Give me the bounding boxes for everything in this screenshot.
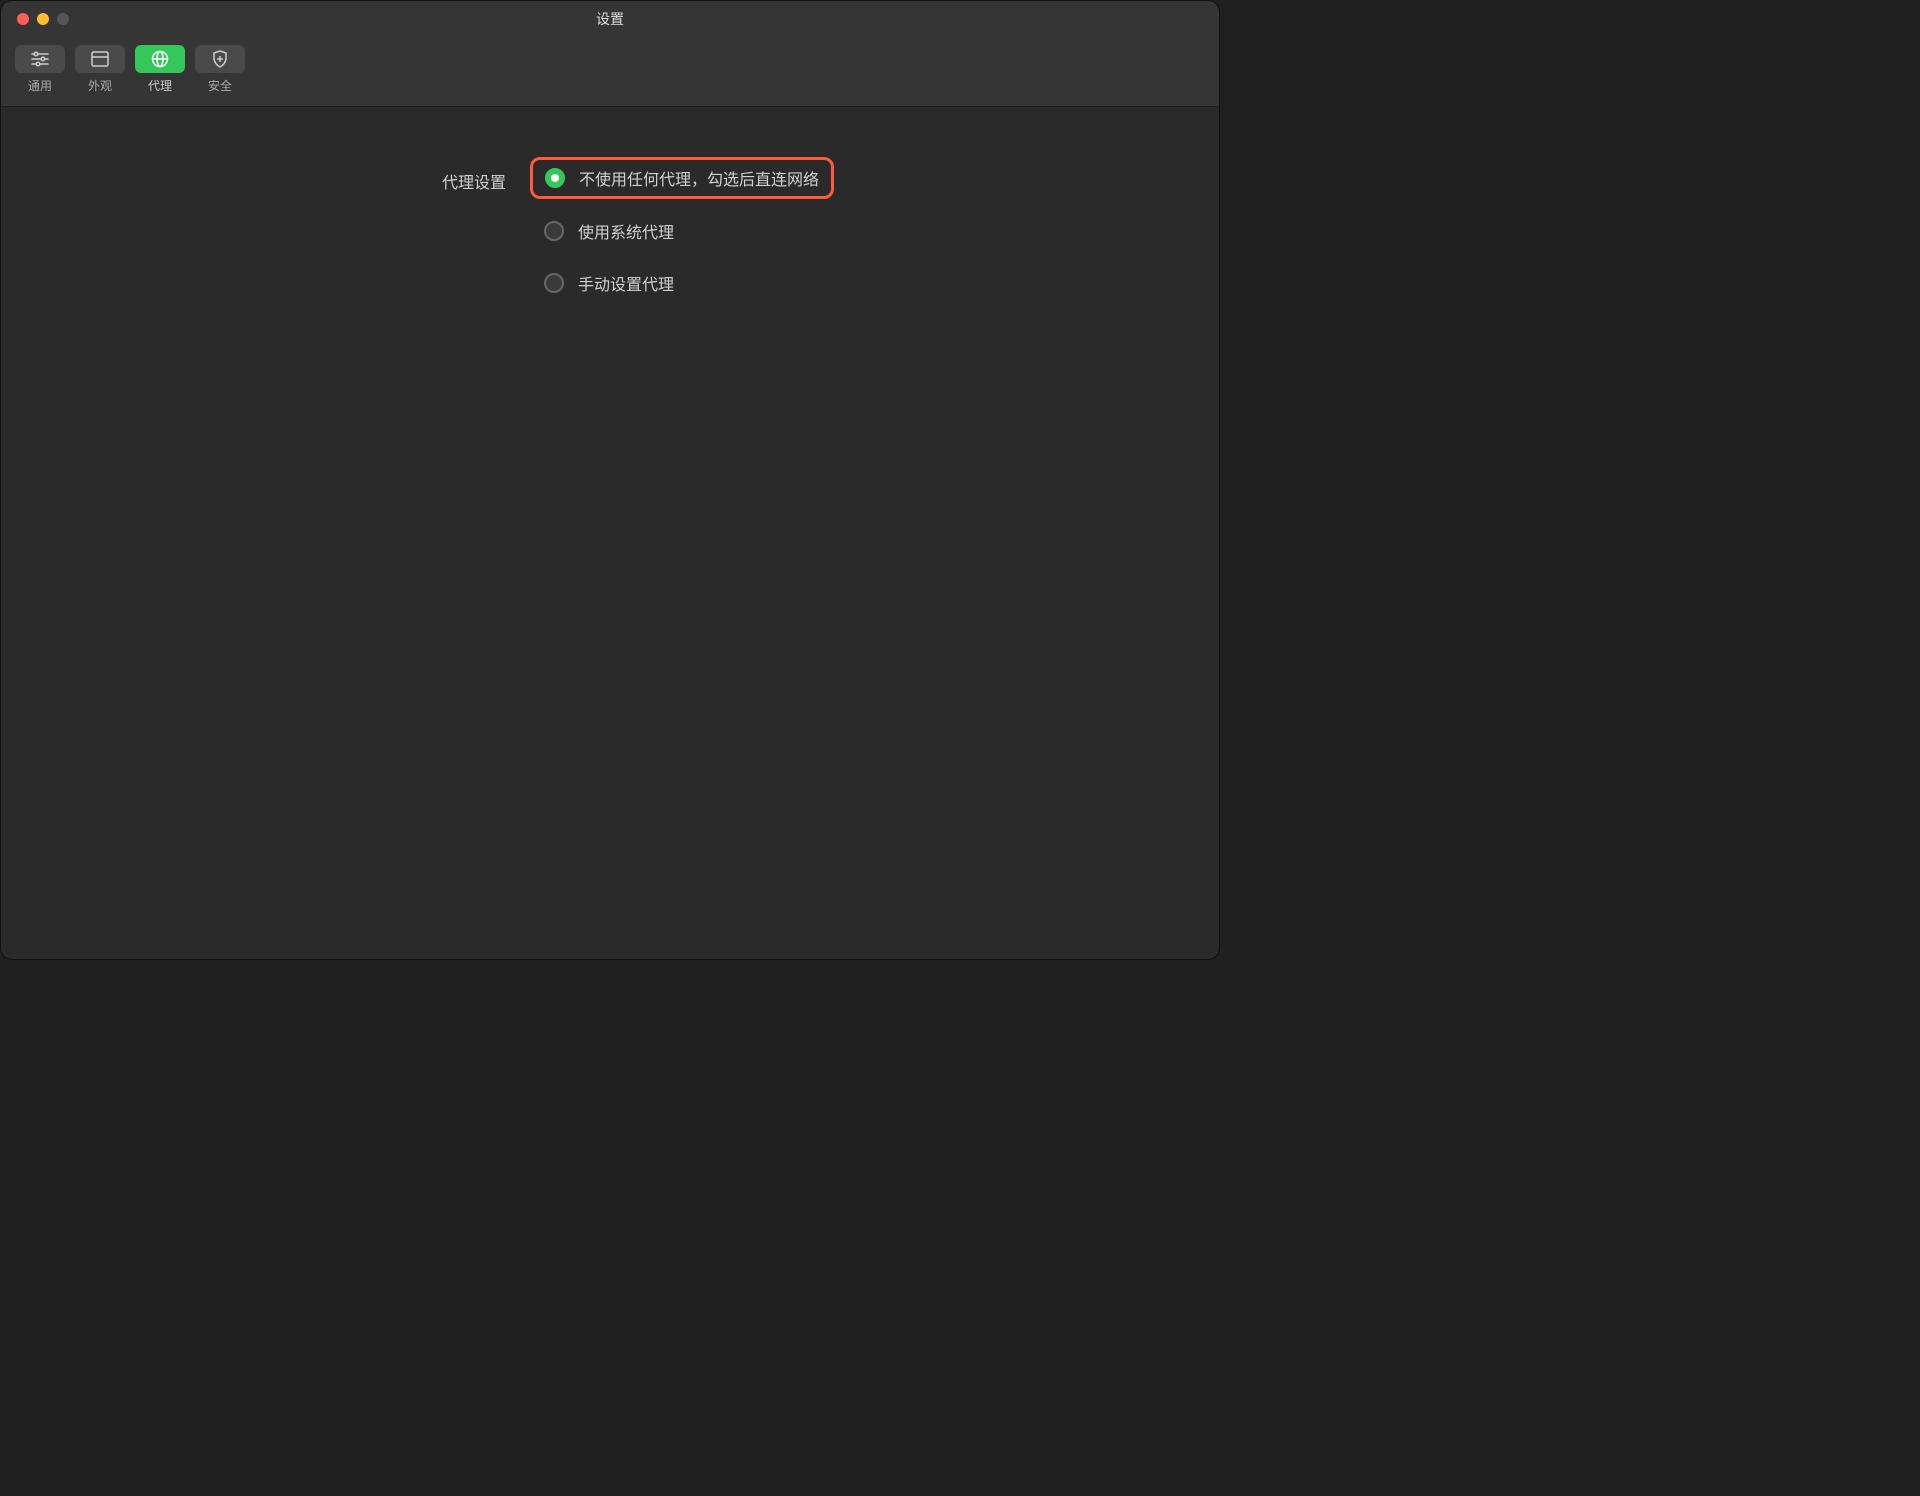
toolbar-tab-security[interactable]: 安全 bbox=[195, 43, 245, 94]
radio-indicator bbox=[544, 273, 564, 293]
proxy-radio-group: 不使用任何代理，勾选后直连网络 使用系统代理 手动设置代理 bbox=[530, 157, 834, 303]
content-area: 代理设置 不使用任何代理，勾选后直连网络 使用系统代理 手动设置代理 bbox=[1, 107, 1219, 343]
toolbar-tab-proxy[interactable]: 代理 bbox=[135, 43, 185, 94]
sliders-icon bbox=[31, 51, 49, 67]
toolbar-label: 代理 bbox=[148, 77, 172, 94]
radio-indicator bbox=[544, 221, 564, 241]
layout-icon bbox=[91, 51, 109, 67]
radio-label: 不使用任何代理，勾选后直连网络 bbox=[579, 166, 819, 190]
minimize-button[interactable] bbox=[37, 13, 49, 25]
radio-dot-icon bbox=[551, 174, 559, 182]
window-title: 设置 bbox=[1, 9, 1219, 29]
radio-option-no-proxy[interactable]: 不使用任何代理，勾选后直连网络 bbox=[530, 157, 834, 199]
settings-window: 设置 通用 bbox=[0, 0, 1220, 960]
titlebar: 设置 bbox=[1, 1, 1219, 37]
section-label: 代理设置 bbox=[386, 157, 506, 193]
toolbar-label: 外观 bbox=[88, 77, 112, 94]
radio-label: 手动设置代理 bbox=[578, 271, 674, 295]
shield-icon bbox=[212, 50, 228, 68]
radio-option-manual-proxy[interactable]: 手动设置代理 bbox=[530, 263, 834, 303]
close-button[interactable] bbox=[17, 13, 29, 25]
proxy-settings-row: 代理设置 不使用任何代理，勾选后直连网络 使用系统代理 手动设置代理 bbox=[21, 157, 1199, 303]
radio-indicator bbox=[545, 168, 565, 188]
globe-icon bbox=[151, 50, 169, 68]
maximize-button[interactable] bbox=[57, 13, 69, 25]
radio-option-system-proxy[interactable]: 使用系统代理 bbox=[530, 211, 834, 251]
toolbar: 通用 外观 bbox=[1, 37, 1219, 107]
traffic-lights bbox=[1, 13, 69, 25]
toolbar-tab-appearance[interactable]: 外观 bbox=[75, 43, 125, 94]
toolbar-label: 安全 bbox=[208, 77, 232, 94]
toolbar-tab-general[interactable]: 通用 bbox=[15, 43, 65, 94]
toolbar-label: 通用 bbox=[28, 77, 52, 94]
radio-label: 使用系统代理 bbox=[578, 219, 674, 243]
